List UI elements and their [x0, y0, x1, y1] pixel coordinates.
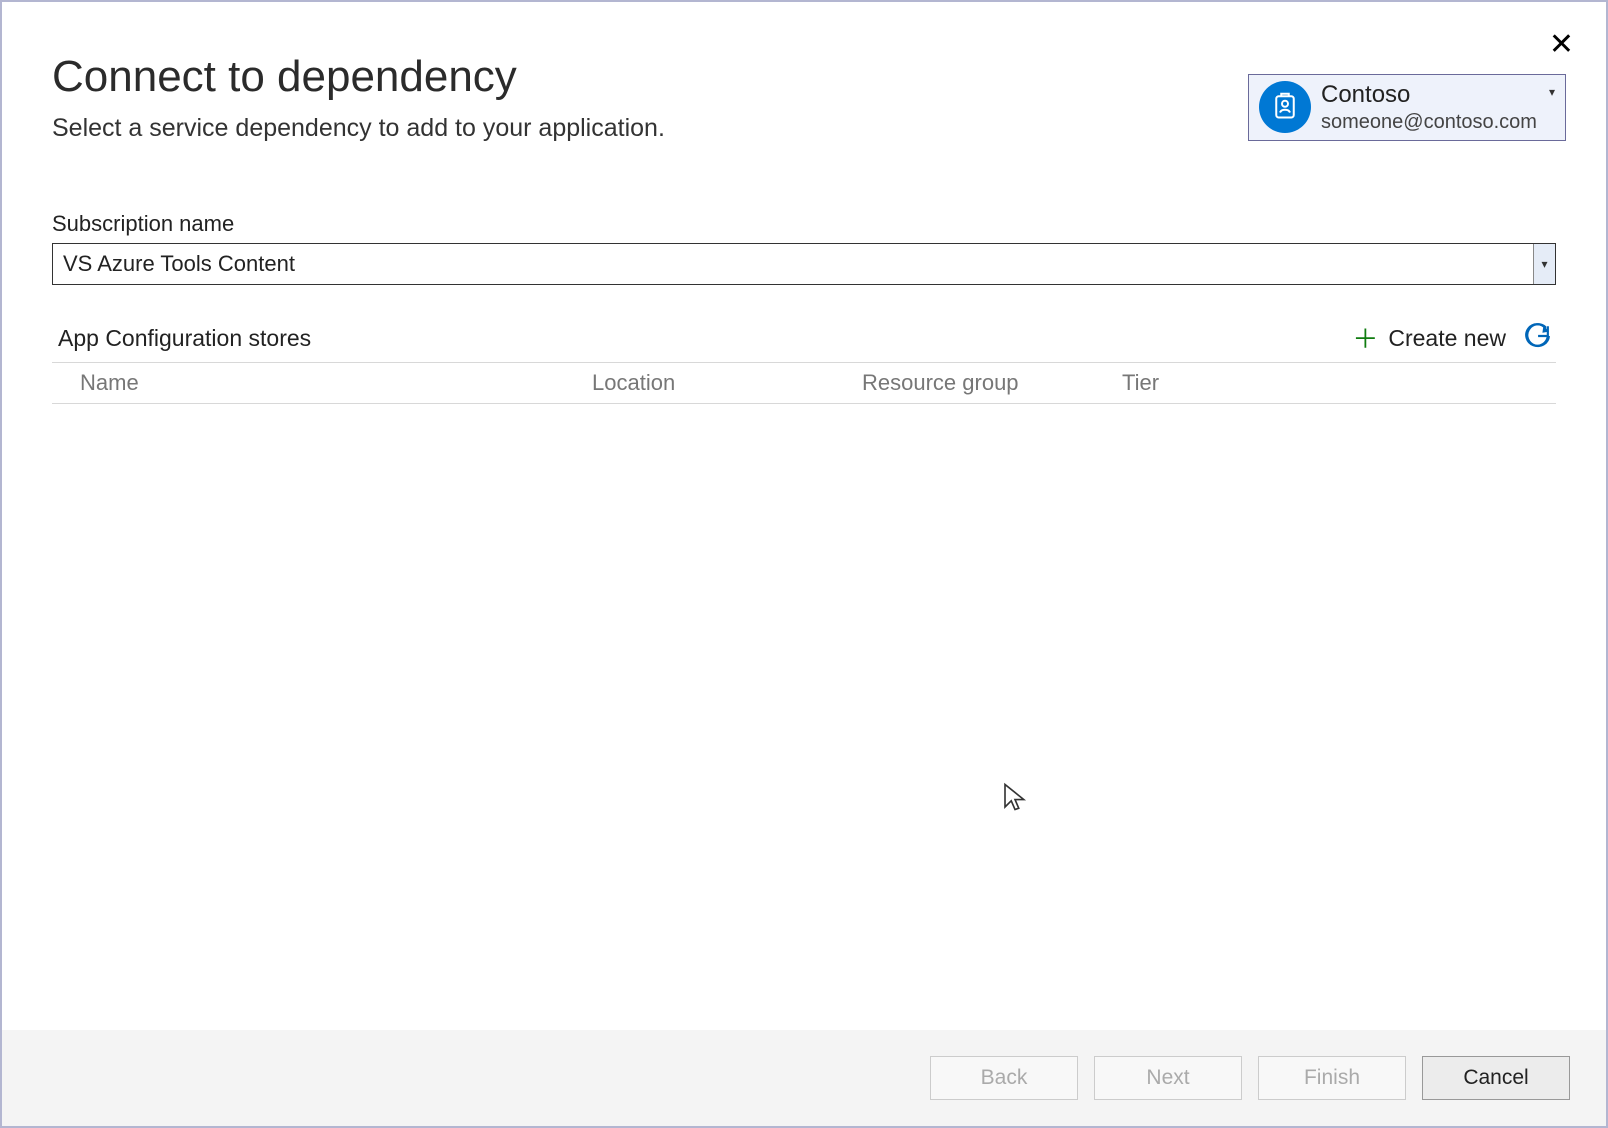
- header-row: Connect to dependency Select a service d…: [52, 52, 1556, 143]
- create-new-label: Create new: [1388, 325, 1506, 352]
- stores-table: Name Location Resource group Tier: [52, 362, 1556, 404]
- dialog-content: ✕ Connect to dependency Select a service…: [2, 2, 1606, 1030]
- account-text: Contoso someone@contoso.com: [1321, 81, 1537, 134]
- account-email: someone@contoso.com: [1321, 110, 1537, 134]
- back-button[interactable]: Back: [930, 1056, 1078, 1100]
- badge-icon: [1270, 90, 1300, 125]
- title-block: Connect to dependency Select a service d…: [52, 52, 1248, 143]
- cursor-icon: [1002, 782, 1028, 817]
- close-button[interactable]: ✕: [1549, 30, 1574, 60]
- create-new-button[interactable]: ＋ Create new: [1352, 325, 1506, 352]
- col-name[interactable]: Name: [52, 370, 592, 396]
- col-resource-group[interactable]: Resource group: [862, 370, 1122, 396]
- list-header-row: App Configuration stores ＋ Create new: [52, 323, 1556, 354]
- chevron-down-icon: ▾: [1547, 85, 1555, 99]
- col-tier[interactable]: Tier: [1122, 370, 1322, 396]
- refresh-button[interactable]: [1524, 323, 1550, 354]
- chevron-down-icon[interactable]: ▾: [1533, 244, 1555, 284]
- list-actions: ＋ Create new: [1352, 323, 1550, 354]
- subscription-input[interactable]: [53, 244, 1533, 284]
- finish-button[interactable]: Finish: [1258, 1056, 1406, 1100]
- next-button[interactable]: Next: [1094, 1056, 1242, 1100]
- plus-icon: ＋: [1352, 326, 1378, 352]
- list-title: App Configuration stores: [58, 325, 311, 352]
- page-title: Connect to dependency: [52, 52, 1248, 102]
- col-location[interactable]: Location: [592, 370, 862, 396]
- table-header: Name Location Resource group Tier: [52, 362, 1556, 404]
- account-selector[interactable]: Contoso someone@contoso.com ▾: [1248, 74, 1566, 141]
- subscription-label: Subscription name: [52, 211, 1556, 237]
- refresh-icon: [1524, 336, 1550, 353]
- page-subtitle: Select a service dependency to add to yo…: [52, 114, 1248, 143]
- dialog-footer: Back Next Finish Cancel: [2, 1030, 1606, 1126]
- subscription-select[interactable]: ▾: [52, 243, 1556, 285]
- avatar: [1259, 81, 1311, 133]
- account-name: Contoso: [1321, 81, 1537, 110]
- close-icon: ✕: [1549, 28, 1574, 61]
- cancel-button[interactable]: Cancel: [1422, 1056, 1570, 1100]
